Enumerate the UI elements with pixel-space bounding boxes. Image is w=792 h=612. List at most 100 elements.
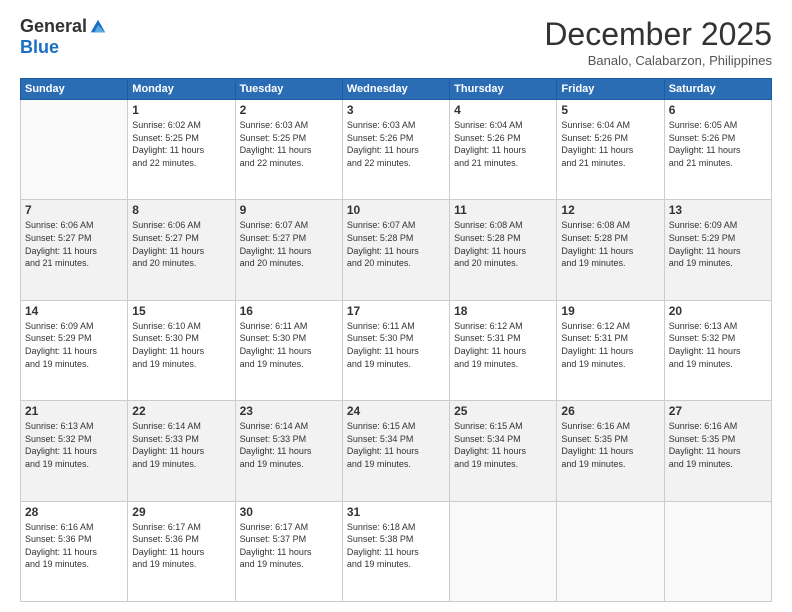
day-info: Sunrise: 6:09 AM Sunset: 5:29 PM Dayligh… bbox=[25, 320, 123, 370]
day-info: Sunrise: 6:16 AM Sunset: 5:35 PM Dayligh… bbox=[561, 420, 659, 470]
header: General Blue December 2025 Banalo, Calab… bbox=[20, 16, 772, 68]
table-row: 8Sunrise: 6:06 AM Sunset: 5:27 PM Daylig… bbox=[128, 200, 235, 300]
day-number: 13 bbox=[669, 203, 767, 217]
table-row bbox=[557, 501, 664, 601]
logo-general-text: General bbox=[20, 16, 87, 37]
day-number: 1 bbox=[132, 103, 230, 117]
day-info: Sunrise: 6:14 AM Sunset: 5:33 PM Dayligh… bbox=[240, 420, 338, 470]
table-row: 12Sunrise: 6:08 AM Sunset: 5:28 PM Dayli… bbox=[557, 200, 664, 300]
col-wednesday: Wednesday bbox=[342, 79, 449, 100]
table-row: 6 Sunrise: 6:05 AM Sunset: 5:26 PM Daylig… bbox=[664, 100, 771, 200]
day-number: 23 bbox=[240, 404, 338, 418]
day-info: Sunrise: 6:08 AM Sunset: 5:28 PM Dayligh… bbox=[454, 219, 552, 269]
day-info: Sunrise: 6:07 AM Sunset: 5:27 PM Dayligh… bbox=[240, 219, 338, 269]
day-info: Sunrise: 6:03 AM Sunset: 5:26 PM Dayligh… bbox=[347, 119, 445, 169]
table-row: 23 Sunrise: 6:14 AM Sunset: 5:33 PM Dayli… bbox=[235, 401, 342, 501]
calendar-week-row: 28 Sunrise: 6:16 AM Sunset: 5:36 PM Dayli… bbox=[21, 501, 772, 601]
day-number: 5 bbox=[561, 103, 659, 117]
col-saturday: Saturday bbox=[664, 79, 771, 100]
table-row bbox=[21, 100, 128, 200]
table-row: 5 Sunrise: 6:04 AM Sunset: 5:26 PM Daylig… bbox=[557, 100, 664, 200]
day-info: Sunrise: 6:15 AM Sunset: 5:34 PM Dayligh… bbox=[347, 420, 445, 470]
day-number: 2 bbox=[240, 103, 338, 117]
calendar-week-row: 14Sunrise: 6:09 AM Sunset: 5:29 PM Dayli… bbox=[21, 300, 772, 400]
table-row bbox=[664, 501, 771, 601]
location: Banalo, Calabarzon, Philippines bbox=[544, 53, 772, 68]
table-row: 29 Sunrise: 6:17 AM Sunset: 5:36 PM Dayli… bbox=[128, 501, 235, 601]
col-monday: Monday bbox=[128, 79, 235, 100]
day-number: 9 bbox=[240, 203, 338, 217]
day-number: 11 bbox=[454, 203, 552, 217]
day-info: Sunrise: 6:06 AM Sunset: 5:27 PM Dayligh… bbox=[132, 219, 230, 269]
day-number: 6 bbox=[669, 103, 767, 117]
day-info: Sunrise: 6:09 AM Sunset: 5:29 PM Dayligh… bbox=[669, 219, 767, 269]
table-row: 28 Sunrise: 6:16 AM Sunset: 5:36 PM Dayli… bbox=[21, 501, 128, 601]
day-info: Sunrise: 6:17 AM Sunset: 5:37 PM Dayligh… bbox=[240, 521, 338, 571]
calendar-week-row: 1 Sunrise: 6:02 AM Sunset: 5:25 PM Daylig… bbox=[21, 100, 772, 200]
table-row: 24Sunrise: 6:15 AM Sunset: 5:34 PM Dayli… bbox=[342, 401, 449, 501]
day-number: 30 bbox=[240, 505, 338, 519]
table-row: 14Sunrise: 6:09 AM Sunset: 5:29 PM Dayli… bbox=[21, 300, 128, 400]
table-row: 1 Sunrise: 6:02 AM Sunset: 5:25 PM Daylig… bbox=[128, 100, 235, 200]
day-number: 12 bbox=[561, 203, 659, 217]
day-number: 3 bbox=[347, 103, 445, 117]
page: General Blue December 2025 Banalo, Calab… bbox=[0, 0, 792, 612]
table-row: 16Sunrise: 6:11 AM Sunset: 5:30 PM Dayli… bbox=[235, 300, 342, 400]
day-info: Sunrise: 6:12 AM Sunset: 5:31 PM Dayligh… bbox=[454, 320, 552, 370]
day-number: 19 bbox=[561, 304, 659, 318]
day-info: Sunrise: 6:04 AM Sunset: 5:26 PM Dayligh… bbox=[454, 119, 552, 169]
table-row: 10Sunrise: 6:07 AM Sunset: 5:28 PM Dayli… bbox=[342, 200, 449, 300]
col-friday: Friday bbox=[557, 79, 664, 100]
table-row: 11 Sunrise: 6:08 AM Sunset: 5:28 PM Dayli… bbox=[450, 200, 557, 300]
table-row: 18Sunrise: 6:12 AM Sunset: 5:31 PM Dayli… bbox=[450, 300, 557, 400]
table-row: 15 Sunrise: 6:10 AM Sunset: 5:30 PM Dayli… bbox=[128, 300, 235, 400]
table-row: 19 Sunrise: 6:12 AM Sunset: 5:31 PM Dayli… bbox=[557, 300, 664, 400]
table-row: 27 Sunrise: 6:16 AM Sunset: 5:35 PM Dayli… bbox=[664, 401, 771, 501]
table-row: 31Sunrise: 6:18 AM Sunset: 5:38 PM Dayli… bbox=[342, 501, 449, 601]
day-number: 10 bbox=[347, 203, 445, 217]
day-info: Sunrise: 6:06 AM Sunset: 5:27 PM Dayligh… bbox=[25, 219, 123, 269]
table-row: 20 Sunrise: 6:13 AM Sunset: 5:32 PM Dayli… bbox=[664, 300, 771, 400]
day-info: Sunrise: 6:11 AM Sunset: 5:30 PM Dayligh… bbox=[347, 320, 445, 370]
logo-icon bbox=[89, 18, 107, 36]
day-info: Sunrise: 6:13 AM Sunset: 5:32 PM Dayligh… bbox=[25, 420, 123, 470]
day-info: Sunrise: 6:18 AM Sunset: 5:38 PM Dayligh… bbox=[347, 521, 445, 571]
day-info: Sunrise: 6:04 AM Sunset: 5:26 PM Dayligh… bbox=[561, 119, 659, 169]
table-row: 4 Sunrise: 6:04 AM Sunset: 5:26 PM Daylig… bbox=[450, 100, 557, 200]
day-info: Sunrise: 6:10 AM Sunset: 5:30 PM Dayligh… bbox=[132, 320, 230, 370]
table-row: 2 Sunrise: 6:03 AM Sunset: 5:25 PM Daylig… bbox=[235, 100, 342, 200]
day-number: 22 bbox=[132, 404, 230, 418]
col-thursday: Thursday bbox=[450, 79, 557, 100]
day-info: Sunrise: 6:05 AM Sunset: 5:26 PM Dayligh… bbox=[669, 119, 767, 169]
day-number: 20 bbox=[669, 304, 767, 318]
calendar-header-row: Sunday Monday Tuesday Wednesday Thursday… bbox=[21, 79, 772, 100]
header-right: December 2025 Banalo, Calabarzon, Philip… bbox=[544, 16, 772, 68]
table-row: 13 Sunrise: 6:09 AM Sunset: 5:29 PM Dayli… bbox=[664, 200, 771, 300]
table-row: 22Sunrise: 6:14 AM Sunset: 5:33 PM Dayli… bbox=[128, 401, 235, 501]
day-number: 27 bbox=[669, 404, 767, 418]
table-row: 30 Sunrise: 6:17 AM Sunset: 5:37 PM Dayli… bbox=[235, 501, 342, 601]
logo-blue-text: Blue bbox=[20, 37, 59, 58]
day-number: 29 bbox=[132, 505, 230, 519]
day-number: 15 bbox=[132, 304, 230, 318]
table-row bbox=[450, 501, 557, 601]
day-info: Sunrise: 6:13 AM Sunset: 5:32 PM Dayligh… bbox=[669, 320, 767, 370]
day-info: Sunrise: 6:17 AM Sunset: 5:36 PM Dayligh… bbox=[132, 521, 230, 571]
day-number: 28 bbox=[25, 505, 123, 519]
table-row: 21 Sunrise: 6:13 AM Sunset: 5:32 PM Dayli… bbox=[21, 401, 128, 501]
calendar-week-row: 21 Sunrise: 6:13 AM Sunset: 5:32 PM Dayli… bbox=[21, 401, 772, 501]
day-number: 7 bbox=[25, 203, 123, 217]
day-info: Sunrise: 6:16 AM Sunset: 5:35 PM Dayligh… bbox=[669, 420, 767, 470]
day-info: Sunrise: 6:03 AM Sunset: 5:25 PM Dayligh… bbox=[240, 119, 338, 169]
day-info: Sunrise: 6:16 AM Sunset: 5:36 PM Dayligh… bbox=[25, 521, 123, 571]
table-row: 3 Sunrise: 6:03 AM Sunset: 5:26 PM Daylig… bbox=[342, 100, 449, 200]
day-number: 21 bbox=[25, 404, 123, 418]
day-number: 4 bbox=[454, 103, 552, 117]
day-info: Sunrise: 6:02 AM Sunset: 5:25 PM Dayligh… bbox=[132, 119, 230, 169]
day-info: Sunrise: 6:12 AM Sunset: 5:31 PM Dayligh… bbox=[561, 320, 659, 370]
table-row: 7 Sunrise: 6:06 AM Sunset: 5:27 PM Daylig… bbox=[21, 200, 128, 300]
calendar-week-row: 7 Sunrise: 6:06 AM Sunset: 5:27 PM Daylig… bbox=[21, 200, 772, 300]
day-number: 16 bbox=[240, 304, 338, 318]
day-number: 17 bbox=[347, 304, 445, 318]
month-title: December 2025 bbox=[544, 16, 772, 53]
